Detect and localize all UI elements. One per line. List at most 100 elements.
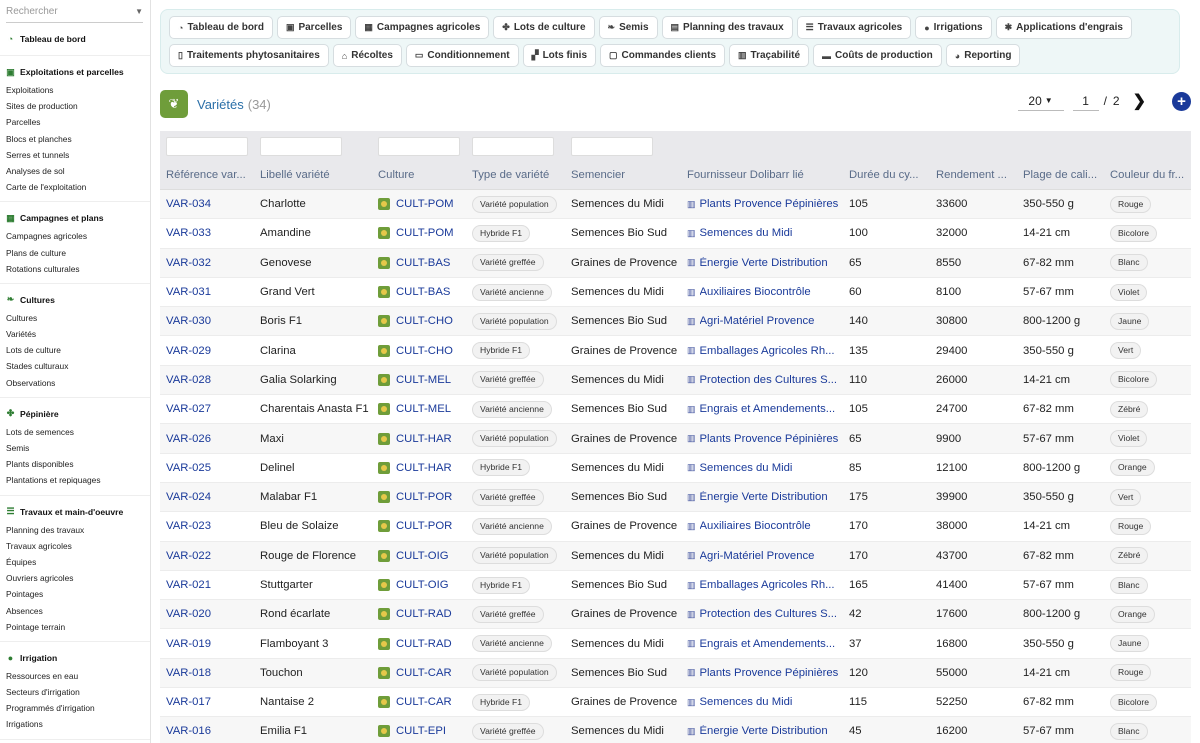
culture-link[interactable]: CULT-POR	[378, 491, 466, 504]
sidebar-item-cultures[interactable]: Cultures	[6, 312, 150, 328]
culture-link[interactable]: CULT-EPI	[378, 725, 466, 738]
sidebar-item-secteurs-d-irrigation[interactable]: Secteurs d'irrigation	[6, 686, 150, 702]
sidebar-search[interactable]: Rechercher ▼	[6, 0, 143, 23]
column-header-7[interactable]: Durée du cy...	[843, 169, 930, 181]
culture-link[interactable]: CULT-RAD	[378, 608, 466, 621]
culture-link[interactable]: CULT-OIG	[378, 579, 466, 591]
column-header-5[interactable]: Semencier	[565, 169, 681, 181]
sidebar-item-varietes[interactable]: Variétés	[6, 328, 150, 344]
sidebar-item-plants-disponibles[interactable]: Plants disponibles	[6, 458, 150, 474]
table-row[interactable]: VAR-017 Nantaise 2 CULT-CAR Hybride F1 Grain…	[160, 688, 1191, 718]
sidebar-item-stades-culturaux[interactable]: Stades culturaux	[6, 360, 150, 376]
culture-link[interactable]: CULT-POR	[378, 520, 466, 533]
table-row[interactable]: VAR-033 Amandine CULT-POM Hybride F1 Semence…	[160, 219, 1191, 249]
variety-reference-link[interactable]: VAR-023	[166, 520, 211, 532]
variety-reference-link[interactable]: VAR-025	[166, 462, 211, 474]
culture-link[interactable]: CULT-HAR	[378, 432, 466, 445]
sidebar-heading-travaux-et-main-d-oeuvre[interactable]: ☰ Travaux et main-d'oeuvre	[6, 506, 150, 518]
culture-link[interactable]: CULT-MEL	[378, 403, 466, 416]
sidebar-item-sites-de-production[interactable]: Sites de production	[6, 100, 150, 116]
filter-input-1[interactable]	[166, 136, 248, 156]
supplier-link[interactable]: ▥ Engrais et Amendements...	[687, 638, 843, 650]
variety-reference-link[interactable]: VAR-027	[166, 403, 211, 415]
supplier-link[interactable]: ▥ Agri-Matériel Provence	[687, 550, 843, 562]
supplier-link[interactable]: ▥ Auxiliaires Biocontrôle	[687, 286, 843, 298]
sidebar-item-equipes[interactable]: Équipes	[6, 556, 150, 572]
column-header-1[interactable]: Référence var...	[160, 169, 254, 181]
sidebar-item-plans-de-culture[interactable]: Plans de culture	[6, 247, 150, 263]
table-row[interactable]: VAR-024 Malabar F1 CULT-POR Variété greffée…	[160, 482, 1191, 513]
nav-button-tableau-de-bord[interactable]: ◔ Tableau de bord	[169, 16, 273, 39]
next-page-icon[interactable]: ❯	[1133, 91, 1146, 111]
column-header-3[interactable]: Culture	[372, 169, 466, 181]
nav-button-parcelles[interactable]: ▣ Parcelles	[276, 16, 352, 39]
supplier-link[interactable]: ▥ Plants Provence Pépinières	[687, 198, 843, 210]
sidebar-item-pointage-terrain[interactable]: Pointage terrain	[6, 621, 150, 637]
table-row[interactable]: VAR-019 Flamboyant 3 CULT-RAD Variété ancie…	[160, 629, 1191, 659]
table-row[interactable]: VAR-020 Rond écarlate CULT-RAD Variété gref…	[160, 600, 1191, 630]
column-header-4[interactable]: Type de variété	[466, 169, 565, 181]
table-row[interactable]: VAR-026 Maxi CULT-HAR Variété population Gra…	[160, 424, 1191, 454]
sidebar-item-ressources-en-eau[interactable]: Ressources en eau	[6, 670, 150, 686]
table-row[interactable]: VAR-031 Grand Vert CULT-BAS Variété ancienn…	[160, 278, 1191, 308]
variety-reference-link[interactable]: VAR-026	[166, 433, 211, 445]
sidebar-item-semis[interactable]: Semis	[6, 442, 150, 458]
table-row[interactable]: VAR-025 Delinel CULT-HAR Hybride F1 Semences…	[160, 454, 1191, 483]
column-header-8[interactable]: Rendement ...	[930, 169, 1017, 181]
culture-link[interactable]: CULT-RAD	[378, 637, 466, 650]
supplier-link[interactable]: ▥ Énergie Verte Distribution	[687, 491, 843, 503]
sidebar-item-lots-de-culture[interactable]: Lots de culture	[6, 344, 150, 360]
supplier-link[interactable]: ▥ Énergie Verte Distribution	[687, 725, 843, 737]
variety-reference-link[interactable]: VAR-021	[166, 579, 211, 591]
nav-button-lots-de-culture[interactable]: ✤ Lots de culture	[493, 16, 595, 39]
sidebar-item-observations[interactable]: Observations	[6, 377, 150, 393]
nav-button-traitements-phytosanitaires[interactable]: ▯ Traitements phytosanitaires	[169, 44, 329, 67]
column-header-9[interactable]: Plage de cali...	[1017, 169, 1104, 181]
variety-reference-link[interactable]: VAR-018	[166, 667, 211, 679]
nav-button-lots-finis[interactable]: ▞ Lots finis	[522, 44, 597, 67]
table-row[interactable]: VAR-022 Rouge de Florence CULT-OIG Variété …	[160, 541, 1191, 571]
variety-reference-link[interactable]: VAR-016	[166, 725, 211, 737]
page-number-input[interactable]: 1	[1072, 91, 1099, 111]
sidebar-item-travaux-agricoles[interactable]: Travaux agricoles	[6, 540, 150, 556]
variety-reference-link[interactable]: VAR-020	[166, 608, 211, 620]
column-header-6[interactable]: Fournisseur Dolibarr lié	[681, 169, 843, 181]
culture-link[interactable]: CULT-OIG	[378, 549, 466, 562]
variety-reference-link[interactable]: VAR-032	[166, 257, 211, 269]
culture-link[interactable]: CULT-MEL	[378, 373, 466, 386]
supplier-link[interactable]: ▥ Emballages Agricoles Rh...	[687, 345, 843, 357]
sidebar-item-analyses-de-sol[interactable]: Analyses de sol	[6, 165, 150, 181]
nav-button-recoltes[interactable]: ⌂ Récoltes	[332, 44, 402, 67]
sidebar-item-blocs-et-planches[interactable]: Blocs et planches	[6, 133, 150, 149]
sidebar-item-irrigations[interactable]: Irrigations	[6, 718, 150, 734]
culture-link[interactable]: CULT-CHO	[378, 344, 466, 357]
nav-button-commandes-clients[interactable]: ▢ Commandes clients	[600, 44, 726, 67]
sidebar-heading-pepiniere[interactable]: ✤ Pépinière	[6, 408, 150, 420]
supplier-link[interactable]: ▥ Protection des Cultures S...	[687, 374, 843, 386]
sidebar-item-parcelles[interactable]: Parcelles	[6, 116, 150, 132]
sidebar-heading-tableau-de-bord[interactable]: ◔ Tableau de bord	[6, 33, 150, 45]
variety-reference-link[interactable]: VAR-030	[166, 315, 211, 327]
variety-reference-link[interactable]: VAR-019	[166, 638, 211, 650]
supplier-link[interactable]: ▥ Semences du Midi	[687, 227, 843, 239]
sidebar-item-exploitations[interactable]: Exploitations	[6, 84, 150, 100]
add-record-button[interactable]: +	[1172, 91, 1191, 111]
variety-reference-link[interactable]: VAR-017	[166, 696, 211, 708]
table-row[interactable]: VAR-029 Clarina CULT-CHO Hybride F1 Graines …	[160, 336, 1191, 366]
nav-button-campagnes-agricoles[interactable]: ▦ Campagnes agricoles	[355, 16, 490, 39]
variety-reference-link[interactable]: VAR-022	[166, 550, 211, 562]
supplier-link[interactable]: ▥ Agri-Matériel Provence	[687, 315, 843, 327]
culture-link[interactable]: CULT-BAS	[378, 286, 466, 299]
culture-link[interactable]: CULT-BAS	[378, 256, 466, 269]
nav-button-planning-des-travaux[interactable]: ▤ Planning des travaux	[661, 16, 793, 39]
variety-reference-link[interactable]: VAR-029	[166, 345, 211, 357]
supplier-link[interactable]: ▥ Plants Provence Pépinières	[687, 433, 843, 445]
nav-button-travaux-agricoles[interactable]: ☰ Travaux agricoles	[796, 16, 912, 39]
sidebar-heading-campagnes-et-plans[interactable]: ▦ Campagnes et plans	[6, 212, 150, 224]
sidebar-item-lots-de-semences[interactable]: Lots de semences	[6, 426, 150, 442]
sidebar-item-absences[interactable]: Absences	[6, 605, 150, 621]
culture-link[interactable]: CULT-HAR	[378, 461, 466, 474]
sidebar-item-carte-de-l-exploitation[interactable]: Carte de l'exploitation	[6, 181, 150, 197]
chevron-down-icon[interactable]: ▼	[135, 7, 143, 16]
sidebar-heading-cultures[interactable]: ❧ Cultures	[6, 294, 150, 306]
